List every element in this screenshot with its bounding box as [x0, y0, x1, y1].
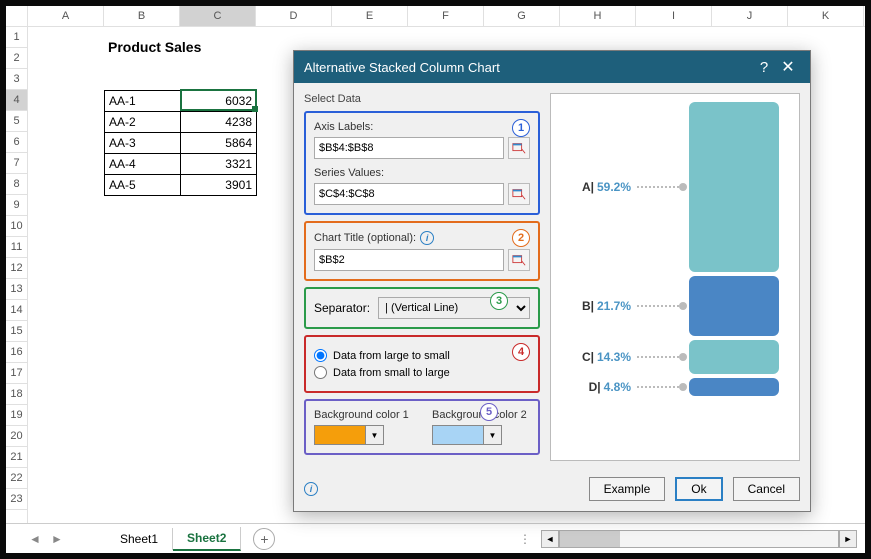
sheet-nav-prev[interactable]: ◄ — [26, 530, 44, 548]
row-header-gutter: 1234567891011121314151617181920212223 — [6, 6, 28, 523]
chart-preview: A| 59.2%B| 21.7%C| 14.3%D| 4.8% — [550, 93, 800, 461]
example-button[interactable]: Example — [589, 477, 666, 501]
data-table: AA-16032AA-24238AA-35864AA-43321AA-53901 — [104, 90, 257, 196]
help-icon[interactable]: ? — [752, 59, 776, 76]
bg2-picker[interactable]: ▼ — [432, 425, 530, 445]
ref-picker-icon[interactable] — [508, 183, 530, 205]
section-2: 2 Chart Title (optional):i — [304, 221, 540, 281]
radio-large-to-small[interactable]: Data from large to small — [314, 349, 530, 362]
sheet-tab-2[interactable]: Sheet2 — [173, 527, 241, 551]
dialog-title: Alternative Stacked Column Chart — [304, 60, 752, 75]
info-icon[interactable]: i — [304, 482, 318, 496]
section-5: 5 Background color 1 ▼ Background color … — [304, 399, 540, 455]
select-data-label: Select Data — [304, 93, 540, 105]
bg1-label: Background color 1 — [314, 409, 412, 421]
hscroll-left[interactable]: ◄ — [541, 530, 559, 548]
bg1-picker[interactable]: ▼ — [314, 425, 412, 445]
separator-label: Separator: — [314, 301, 370, 315]
ok-button[interactable]: Ok — [675, 477, 722, 501]
sheet-tab-bar: ◄ ► Sheet1 Sheet2 + ⋮ ◄ ► — [6, 523, 865, 553]
ref-picker-icon[interactable] — [508, 249, 530, 271]
column-headers: ABCDEFGHIJKL — [28, 6, 865, 27]
chart-title-input[interactable] — [314, 249, 504, 271]
chevron-down-icon: ▼ — [366, 425, 384, 445]
close-icon[interactable]: ✕ — [776, 57, 800, 77]
title-cell: Product Sales — [108, 39, 201, 55]
radio-small-to-large[interactable]: Data from small to large — [314, 366, 530, 379]
ref-picker-icon[interactable] — [508, 137, 530, 159]
info-icon[interactable]: i — [420, 231, 434, 245]
axis-labels-label: Axis Labels: — [314, 121, 530, 133]
section-3: 3 Separator: | (Vertical Line) — [304, 287, 540, 329]
cancel-button[interactable]: Cancel — [733, 477, 800, 501]
section-1: 1 Axis Labels: Series Values: — [304, 111, 540, 215]
chart-title-label: Chart Title (optional):i — [314, 231, 530, 245]
axis-labels-input[interactable] — [314, 137, 504, 159]
sheet-nav-next[interactable]: ► — [48, 530, 66, 548]
hscroll-track[interactable] — [559, 530, 839, 548]
section-4: 4 Data from large to small Data from sma… — [304, 335, 540, 393]
sheet-tab-1[interactable]: Sheet1 — [106, 528, 173, 550]
stacked-column-dialog: Alternative Stacked Column Chart ? ✕ Sel… — [293, 50, 811, 512]
add-sheet-button[interactable]: + — [253, 528, 275, 550]
series-values-label: Series Values: — [314, 167, 530, 179]
chevron-down-icon: ▼ — [484, 425, 502, 445]
series-values-input[interactable] — [314, 183, 504, 205]
hscroll-right[interactable]: ► — [839, 530, 857, 548]
